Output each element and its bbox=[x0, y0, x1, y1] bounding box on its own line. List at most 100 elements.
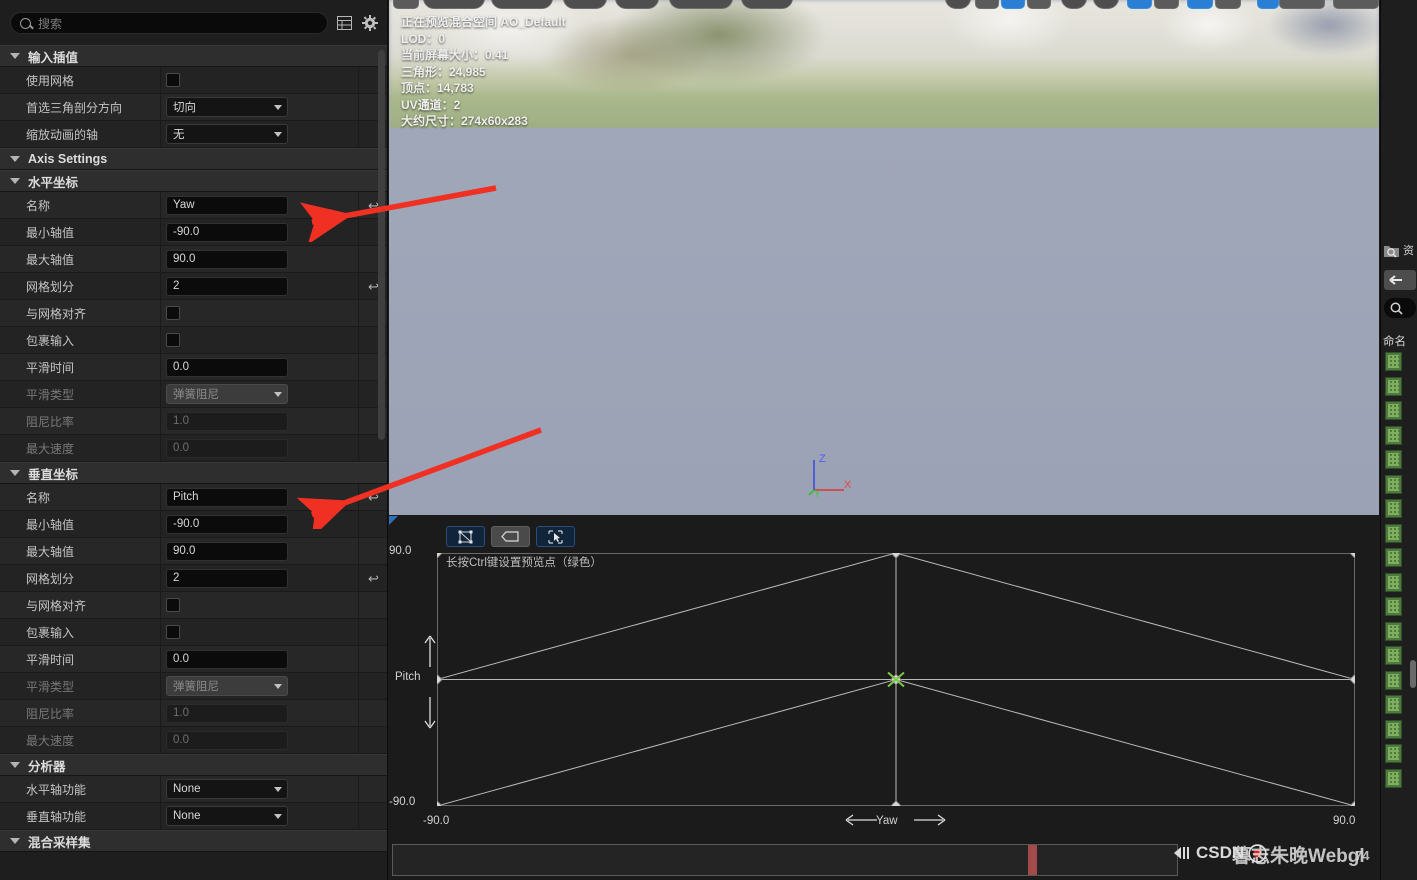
text-input[interactable]: Yaw bbox=[166, 195, 288, 215]
property-row[interactable]: 阻尼比率 1.0 bbox=[0, 408, 387, 435]
blendspace-plot[interactable] bbox=[437, 553, 1355, 806]
checkbox-unchecked[interactable] bbox=[166, 333, 180, 347]
property-row[interactable]: 首选三角剖分方向 切向 bbox=[0, 94, 387, 121]
asset-thumbnail[interactable] bbox=[1385, 474, 1402, 494]
text-input[interactable]: 2 bbox=[166, 276, 288, 296]
gear-icon[interactable] bbox=[360, 13, 380, 33]
asset-thumbnail[interactable] bbox=[1385, 523, 1402, 543]
dock-scrollbar[interactable] bbox=[1410, 660, 1416, 688]
asset-thumbnail[interactable] bbox=[1385, 621, 1402, 641]
toolbar-button[interactable] bbox=[423, 0, 485, 9]
asset-thumbnail[interactable] bbox=[1385, 646, 1402, 665]
toolbar-button[interactable] bbox=[1154, 0, 1179, 9]
property-row[interactable]: 平滑类型 弹簧阻尼 bbox=[0, 381, 387, 408]
asset-thumbnail[interactable] bbox=[1385, 548, 1402, 567]
blend-sample-point[interactable] bbox=[1349, 673, 1355, 686]
blend-sample-point[interactable] bbox=[437, 553, 443, 559]
text-input[interactable]: 0.0 bbox=[166, 357, 288, 377]
asset-thumbnail-list[interactable] bbox=[1385, 352, 1417, 793]
property-row[interactable]: 最小轴值 -90.0 bbox=[0, 511, 387, 538]
asset-thumbnail[interactable] bbox=[1385, 352, 1402, 371]
asset-thumbnail[interactable] bbox=[1385, 572, 1402, 592]
reset-to-default-icon[interactable]: ↩ bbox=[368, 491, 379, 504]
toolbar-button[interactable] bbox=[615, 0, 659, 9]
property-list[interactable]: 输入插值 使用网格 首选三角剖分方向 切向 缩放动画的轴 无 Axis Settings 水平… bbox=[0, 45, 387, 880]
show-labels-button[interactable] bbox=[491, 526, 530, 547]
toolbar-button[interactable] bbox=[975, 0, 999, 9]
property-row[interactable]: 包裹输入 bbox=[0, 619, 387, 646]
property-reset-cell[interactable]: ↩ bbox=[358, 484, 387, 510]
asset-thumbnail[interactable] bbox=[1385, 425, 1402, 445]
dropdown-select[interactable]: 无 bbox=[166, 124, 288, 144]
dropdown-select[interactable]: None bbox=[166, 779, 288, 799]
property-row[interactable]: 平滑类型 弹簧阻尼 bbox=[0, 673, 387, 700]
toolbar-button[interactable] bbox=[945, 0, 971, 9]
property-row[interactable]: 平滑时间 0.0 bbox=[0, 354, 387, 381]
checkbox-unchecked[interactable] bbox=[166, 73, 180, 87]
text-input[interactable]: 90.0 bbox=[166, 541, 288, 561]
text-input[interactable]: 0.0 bbox=[166, 649, 288, 669]
details-scrollbar[interactable] bbox=[378, 50, 385, 440]
preview-viewport[interactable]: 正在预览混合空间 AO_Default LOD：0 当前屏幕大小：0.41 三角… bbox=[389, 0, 1379, 515]
toolbar-button[interactable] bbox=[563, 0, 607, 9]
toolbar-button[interactable] bbox=[491, 0, 553, 9]
checkbox-unchecked[interactable] bbox=[166, 598, 180, 612]
property-row[interactable]: 名称 Pitch ↩ bbox=[0, 484, 387, 511]
text-input[interactable]: -90.0 bbox=[166, 222, 288, 242]
property-row[interactable]: 网格划分 2 ↩ bbox=[0, 273, 387, 300]
table-view-icon[interactable] bbox=[334, 13, 354, 33]
section-header-analyzer[interactable]: 分析器 bbox=[0, 754, 387, 776]
property-row[interactable]: 网格划分 2 ↩ bbox=[0, 565, 387, 592]
toolbar-button[interactable] bbox=[741, 0, 793, 9]
property-row[interactable]: 最小轴值 -90.0 bbox=[0, 219, 387, 246]
property-row[interactable]: 缩放动画的轴 无 bbox=[0, 121, 387, 148]
text-input[interactable]: 2 bbox=[166, 568, 288, 588]
property-row[interactable]: 阻尼比率 1.0 bbox=[0, 700, 387, 727]
section-header-input-interp[interactable]: 输入插值 bbox=[0, 45, 387, 67]
timeline-scrubber[interactable] bbox=[392, 844, 1178, 876]
asset-thumbnail[interactable] bbox=[1385, 695, 1402, 714]
asset-thumbnail[interactable] bbox=[1385, 768, 1402, 788]
toolbar-button[interactable] bbox=[1093, 0, 1119, 9]
property-row[interactable]: 最大速度 0.0 bbox=[0, 727, 387, 754]
toolbar-button-active[interactable] bbox=[1127, 0, 1152, 9]
property-row[interactable]: 水平轴功能 None bbox=[0, 776, 387, 803]
property-row[interactable]: 与网格对齐 bbox=[0, 300, 387, 327]
section-header-vertical-axis[interactable]: 垂直坐标 bbox=[0, 462, 387, 484]
text-input[interactable]: Pitch bbox=[166, 487, 288, 507]
section-header-axis-settings[interactable]: Axis Settings bbox=[0, 148, 387, 170]
blend-sample-point[interactable] bbox=[1349, 800, 1355, 806]
content-browser-tab[interactable]: 资 bbox=[1383, 242, 1414, 258]
property-row[interactable]: 最大轴值 90.0 bbox=[0, 538, 387, 565]
show-triangulation-button[interactable] bbox=[446, 526, 485, 547]
asset-thumbnail[interactable] bbox=[1385, 744, 1402, 763]
asset-thumbnail[interactable] bbox=[1385, 719, 1402, 739]
property-row[interactable]: 最大轴值 90.0 bbox=[0, 246, 387, 273]
asset-thumbnail[interactable] bbox=[1385, 401, 1402, 420]
blend-sample-point[interactable] bbox=[890, 553, 902, 559]
toolbar-button[interactable] bbox=[1333, 0, 1379, 9]
top-toolbar-strip[interactable] bbox=[389, 0, 1379, 12]
property-row[interactable]: 最大速度 0.0 bbox=[0, 435, 387, 462]
blend-sample-point[interactable] bbox=[437, 673, 443, 686]
dropdown-select[interactable]: None bbox=[166, 806, 288, 826]
property-reset-cell[interactable]: ↩ bbox=[358, 565, 387, 591]
checkbox-unchecked[interactable] bbox=[166, 306, 180, 320]
asset-thumbnail[interactable] bbox=[1385, 450, 1402, 469]
toolbar-button[interactable] bbox=[669, 0, 733, 9]
toolbar-button-active[interactable] bbox=[1187, 0, 1213, 9]
asset-thumbnail[interactable] bbox=[1385, 376, 1402, 396]
property-row[interactable]: 与网格对齐 bbox=[0, 592, 387, 619]
text-input[interactable]: 90.0 bbox=[166, 249, 288, 269]
selection-tool-button[interactable] bbox=[536, 526, 575, 547]
property-row[interactable]: 垂直轴功能 None bbox=[0, 803, 387, 830]
property-row[interactable]: 名称 Yaw ↩ bbox=[0, 192, 387, 219]
dropdown-select[interactable]: 切向 bbox=[166, 97, 288, 117]
checkbox-unchecked[interactable] bbox=[166, 625, 180, 639]
section-header-horizontal-axis[interactable]: 水平坐标 bbox=[0, 170, 387, 192]
blend-sample-point[interactable] bbox=[890, 800, 902, 806]
asset-thumbnail[interactable] bbox=[1385, 670, 1402, 690]
blend-sample-point[interactable] bbox=[437, 800, 443, 806]
text-input[interactable]: -90.0 bbox=[166, 514, 288, 534]
blendspace-graph-panel[interactable]: 长按Ctrl键设置预览点（绿色） 90.0 -90.0 Pitch -90.0 … bbox=[389, 516, 1379, 880]
